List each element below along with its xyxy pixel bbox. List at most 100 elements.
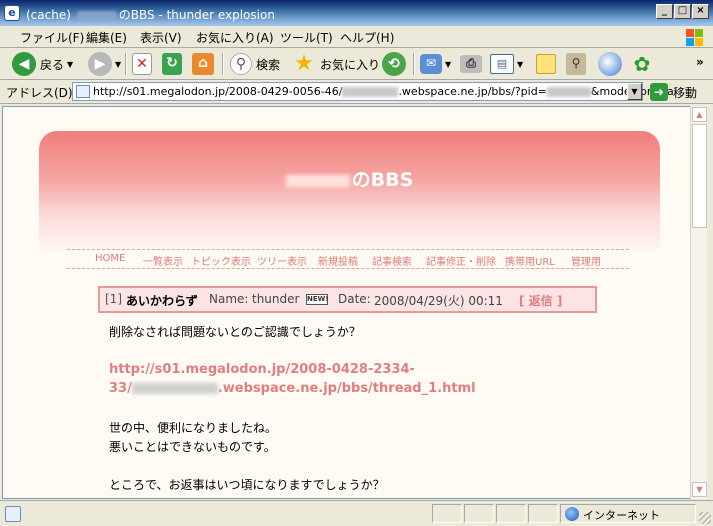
bbs-title: のBBS [39,165,660,192]
dropdown-caret-icon[interactable]: ▼ [517,60,523,69]
scroll-up-icon[interactable]: ▲ [692,107,707,122]
forward-arrow-icon: ▶ [88,52,112,76]
new-badge: NEW! [306,294,329,305]
menu-edit[interactable]: 編集(E) [86,29,127,46]
window-title: (cache) のBBS - thunder explosion [26,6,275,23]
home-icon: ⌂ [192,53,214,75]
status-bar: インターネット [0,500,713,526]
resize-grip-icon[interactable] [699,512,711,524]
scroll-thumb[interactable] [692,124,707,228]
post-date: 2008/04/29(火) 00:11 [374,294,503,308]
print-button[interactable]: ⎙ [460,50,482,78]
globe-icon [598,52,622,76]
redacted-name [285,174,350,187]
vertical-scrollbar[interactable]: ▲ ▼ [690,106,707,499]
redacted-url [546,87,591,97]
menu-help[interactable]: ヘルプ(H) [340,29,394,46]
ie-icon: e [4,5,20,21]
favorites-label: お気に入り [320,57,381,72]
windows-logo-icon [677,26,707,48]
mail-button[interactable]: ✉ ▼ [420,50,451,78]
reply-link[interactable]: [ 返信 ] [519,292,562,309]
back-arrow-icon: ◀ [12,52,36,76]
url-end: .webspace.ne.jp/bbs/?pid= [398,85,547,98]
link-line: 33/ [109,381,132,396]
post-subject: あいかわらず [126,294,198,308]
search-button[interactable]: ⚲ 検索 [230,50,280,78]
menu-favorites[interactable]: お気に入り(A) [196,29,274,46]
note-icon [536,54,556,74]
dropdown-caret-icon[interactable]: ▼ [445,60,451,69]
nav-edit-delete[interactable]: 記事修正・削除 [426,253,496,268]
post-line: 削除なされば問題ないとのご認識でしょうか？ [109,325,361,339]
history-button[interactable]: ⟲ [382,50,406,78]
mail-icon: ✉ [420,54,442,74]
dropdown-caret-icon[interactable]: ▼ [115,60,121,69]
chevron-right-icon: » [696,55,704,69]
nav-search[interactable]: 記事検索 [372,253,412,268]
scroll-down-icon[interactable]: ▼ [692,482,707,497]
address-input[interactable]: http://s01.megalodon.jp/2008-0429-0056-4… [72,82,674,101]
thread-link[interactable]: http://s01.megalodon.jp/2008-0428-2334- [109,362,415,377]
refresh-button[interactable]: ↻ [162,50,182,78]
link-line: .webspace.ne.jp/bbs/thread_1.html [217,381,476,396]
url-start: http://s01.megalodon.jp/2008-0429-0056-4… [93,85,343,98]
stop-button[interactable]: ✕ [132,50,152,78]
menu-file[interactable]: ファイル(F) [20,29,84,46]
history-icon: ⟲ [382,52,406,76]
link-line: http://s01.megalodon.jp/2008-0428-2334- [109,362,415,377]
nav-admin[interactable]: 管理用 [571,253,601,268]
menu-bar: ファイル(F) 編集(E) 表示(V) お気に入り(A) ツール(T) ヘルプ(… [0,26,713,48]
redacted-url [131,383,218,394]
flower-icon: ✿ [633,52,651,76]
close-button[interactable]: × [692,4,709,19]
search-icon: ⚲ [230,53,252,75]
home-button[interactable]: ⌂ [192,50,214,78]
refresh-icon: ↻ [162,53,182,75]
messenger-button[interactable] [598,50,622,78]
page-status-icon [5,506,21,522]
go-button[interactable]: ➜ 移動 [650,82,697,102]
menu-view[interactable]: 表示(V) [140,29,182,46]
back-label: 戻る [40,57,65,72]
toolbar: ◀ 戻る ▼ ▶ ▼ ✕ ↻ ⌂ ⚲ 検索 ★ お気に入り ⟲ ✉ ▼ ⎙ ▤ … [0,48,713,80]
bbs-header: のBBS [39,131,660,251]
discuss-button[interactable] [536,50,556,78]
nav-mobile-url[interactable]: 携帯用URL [505,253,555,268]
stop-icon: ✕ [132,53,152,75]
redacted-name [76,10,117,21]
title-prefix: (cache) [26,8,71,22]
status-pane [464,504,494,523]
status-pane [496,504,526,523]
address-label: アドレス(D) [6,86,73,100]
toolbar-separator [413,53,415,75]
icq-button[interactable]: ✿ [630,50,654,78]
go-label: 移動 [673,85,698,100]
post-header: [1] あいかわらず Name: thunder NEW! Date: 2008… [98,286,597,313]
dropdown-caret-icon[interactable]: ▼ [67,60,73,69]
minimize-button[interactable]: _ [656,4,673,19]
research-button[interactable]: ⚲ [566,50,586,78]
address-bar: アドレス(D) http://s01.megalodon.jp/2008-042… [0,80,713,104]
toolbar-separator [125,53,127,75]
research-icon: ⚲ [566,53,586,75]
favorites-button[interactable]: ★ お気に入り [292,50,380,78]
address-dropdown-icon[interactable]: ▼ [627,83,642,100]
edit-button[interactable]: ▤ ▼ [490,50,523,78]
nav-new-post[interactable]: 新規投稿 [318,253,358,268]
nav-divider [67,268,629,269]
maximize-button[interactable]: □ [674,4,691,19]
nav-topic[interactable]: トピック表示 [191,253,251,268]
search-label: 検索 [256,57,281,72]
nav-list[interactable]: 一覧表示 [143,253,183,268]
forward-button[interactable]: ▶ ▼ [88,50,121,78]
bbs-title-text: のBBS [351,169,414,191]
page-viewport: のBBS HOME 一覧表示 トピック表示 ツリー表示 新規投稿 記事検索 記事… [2,106,691,499]
address-url[interactable]: http://s01.megalodon.jp/2008-0429-0056-4… [93,85,674,98]
menu-tools[interactable]: ツール(T) [280,29,333,46]
toolbar-more-button[interactable]: » [692,48,704,76]
nav-home[interactable]: HOME [95,253,125,264]
back-button[interactable]: ◀ 戻る ▼ [12,50,73,78]
thread-link[interactable]: 33/ .webspace.ne.jp/bbs/thread_1.html [109,381,476,396]
nav-tree[interactable]: ツリー表示 [257,253,307,268]
